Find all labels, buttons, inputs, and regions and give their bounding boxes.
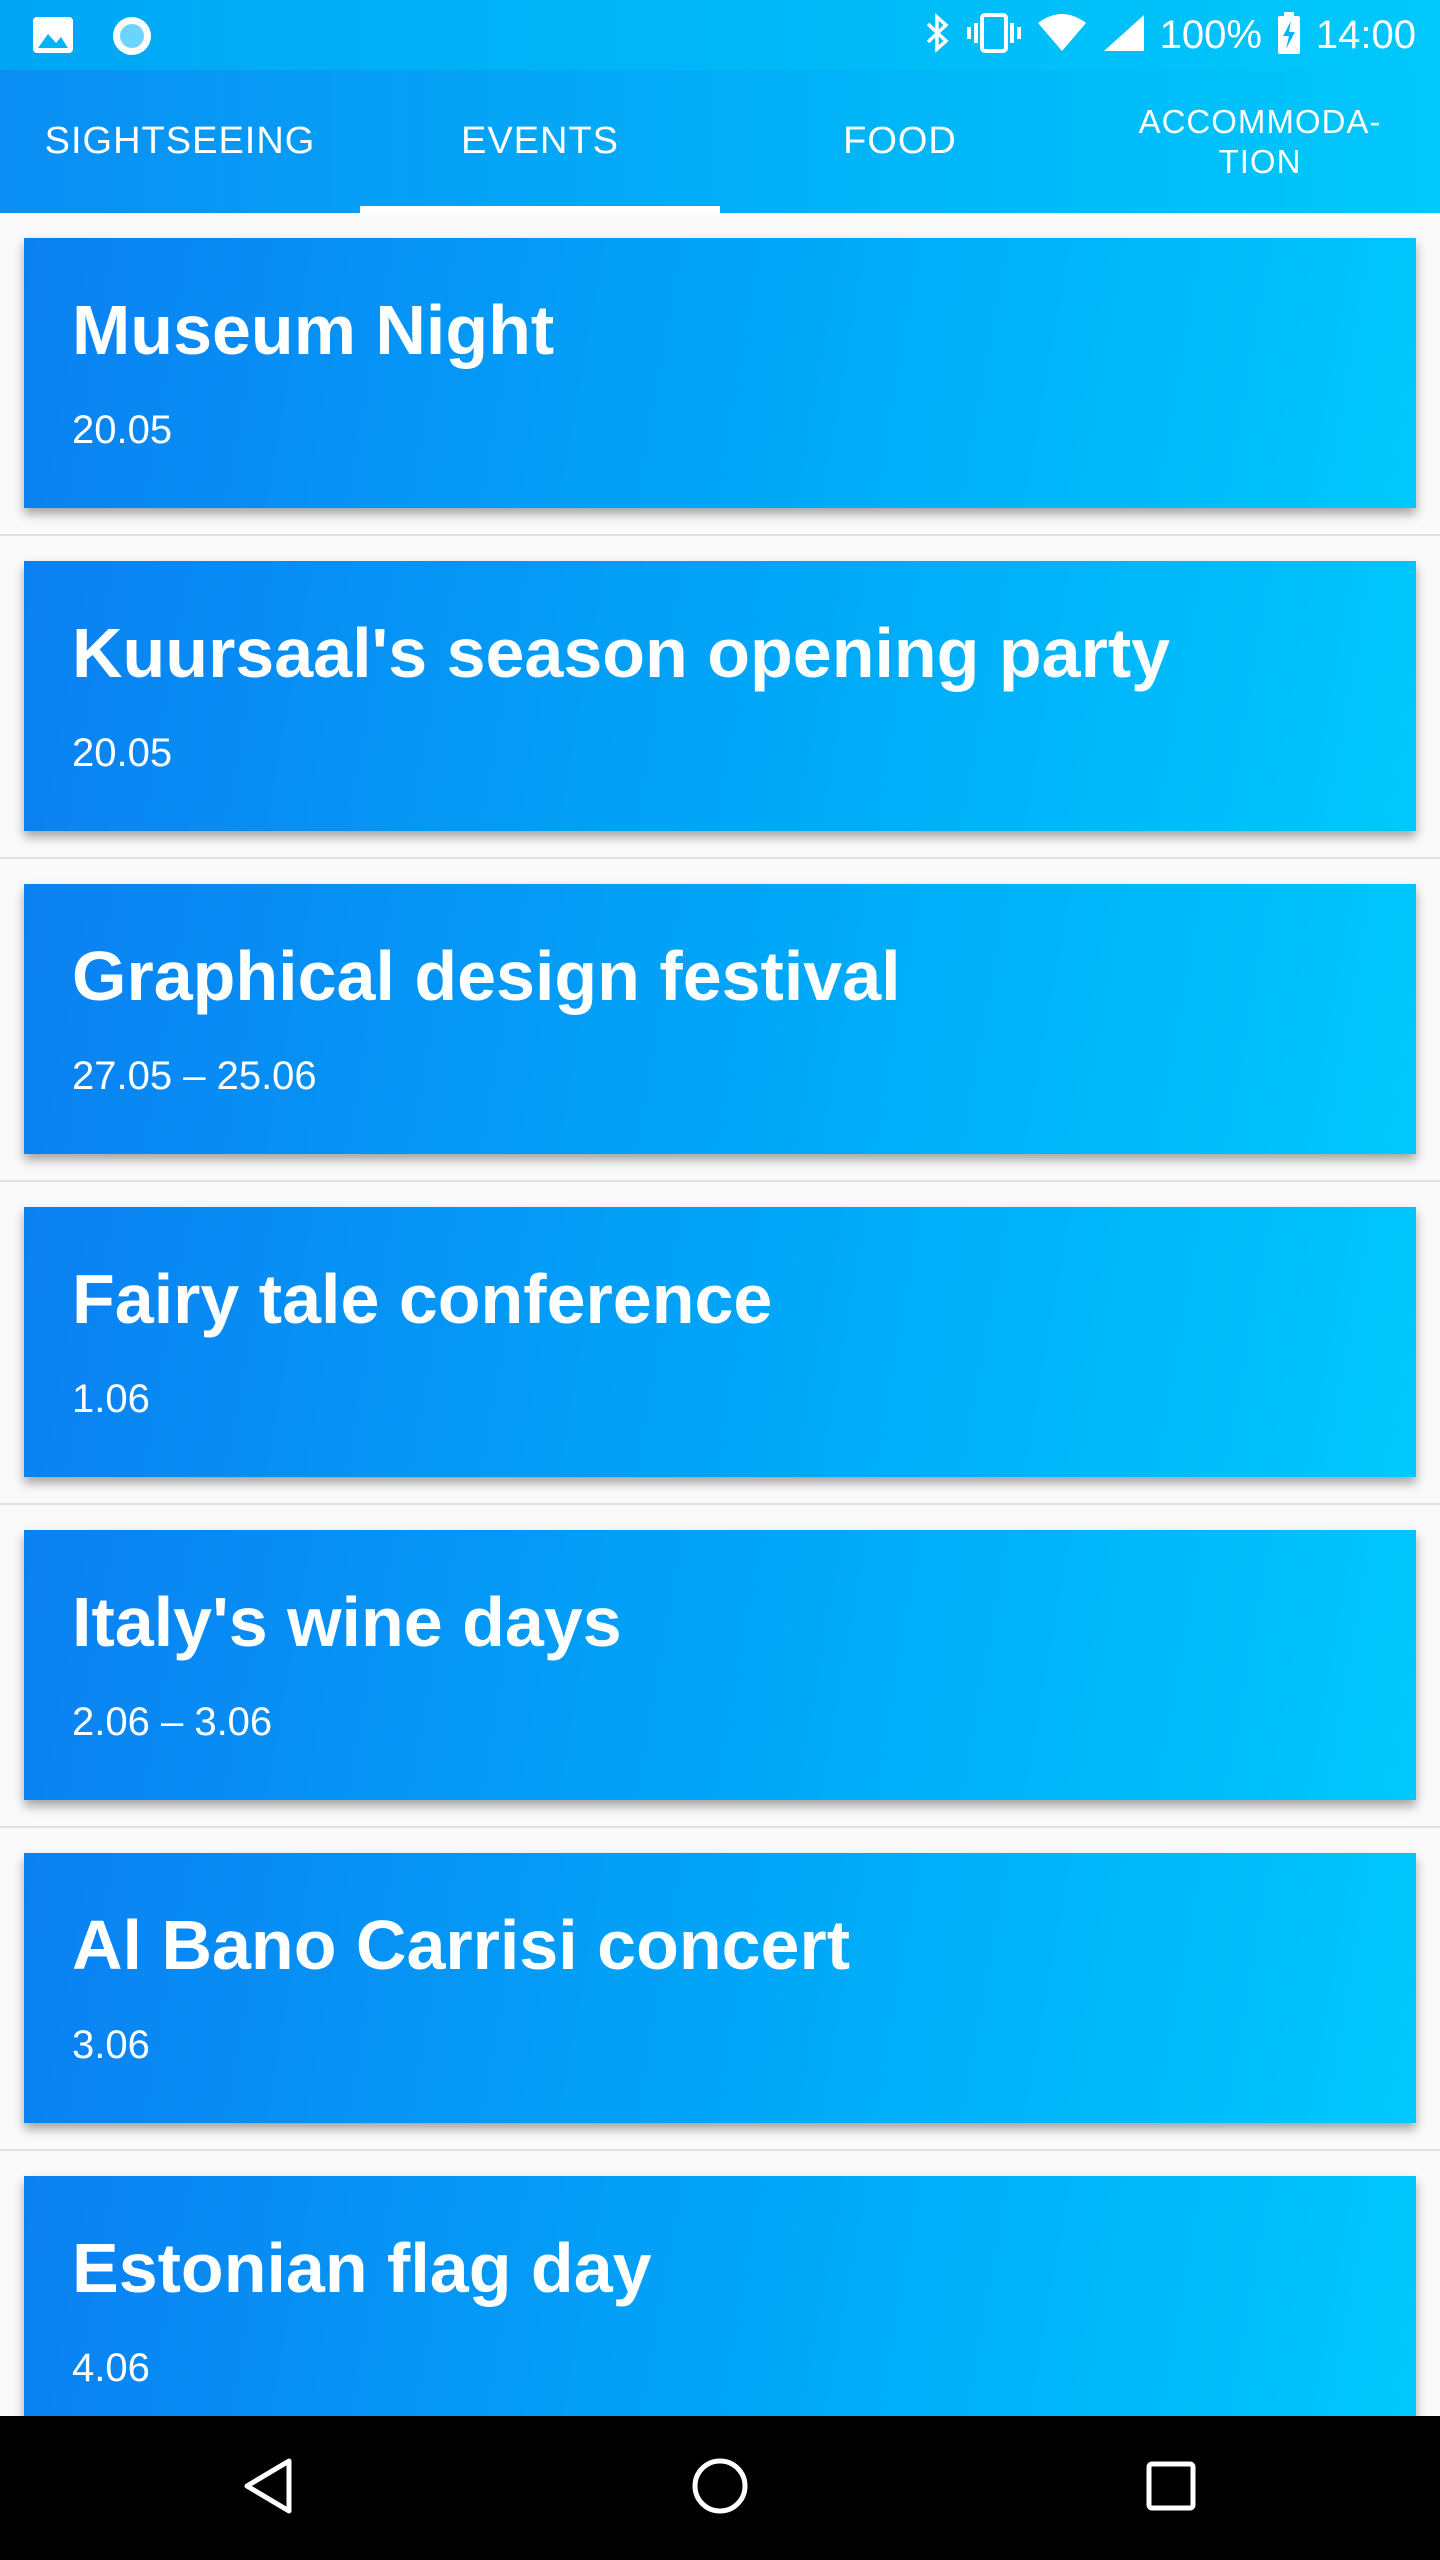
tab-label: SIGHTSEEING	[44, 120, 316, 162]
events-list[interactable]: Museum Night 20.05 Kuursaal's season ope…	[0, 213, 1440, 2416]
list-item: Graphical design festival 27.05 – 25.06	[0, 859, 1440, 1182]
event-title: Fairy tale conference	[72, 1260, 773, 1338]
event-date: 27.05 – 25.06	[72, 1054, 317, 1098]
list-item: Fairy tale conference 1.06	[0, 1182, 1440, 1505]
event-date: 20.05	[72, 731, 173, 775]
battery-charging-icon	[1276, 11, 1302, 60]
event-card[interactable]: Al Bano Carrisi concert 3.06	[24, 1853, 1416, 2123]
event-date: 2.06 – 3.06	[72, 1700, 273, 1744]
vibrate-icon	[966, 12, 1022, 58]
event-card[interactable]: Estonian flag day 4.06	[24, 2176, 1416, 2416]
circle-notification-icon	[110, 14, 154, 63]
list-item: Kuursaal's season opening party 20.05	[0, 536, 1440, 859]
status-bar: 100% 14:00	[0, 0, 1440, 70]
event-card[interactable]: Italy's wine days 2.06 – 3.06	[24, 1530, 1416, 1800]
bluetooth-icon	[924, 12, 952, 58]
recents-button[interactable]	[1091, 2416, 1251, 2560]
list-item: Estonian flag day 4.06	[0, 2151, 1440, 2416]
wifi-icon	[1036, 13, 1088, 58]
back-icon	[241, 2456, 297, 2521]
event-card[interactable]: Kuursaal's season opening party 20.05	[24, 561, 1416, 831]
event-date: 1.06	[72, 1377, 150, 1421]
tab-accommodation[interactable]: ACCOMMODA- TION	[1080, 70, 1440, 213]
home-button[interactable]	[640, 2416, 800, 2560]
list-item: Italy's wine days 2.06 – 3.06	[0, 1505, 1440, 1828]
event-title: Graphical design festival	[72, 937, 901, 1015]
tab-bar: SIGHTSEEING EVENTS FOOD ACCOMMODA- TION	[0, 70, 1440, 213]
event-title: Al Bano Carrisi concert	[72, 1906, 850, 1984]
active-tab-indicator	[360, 206, 720, 213]
event-card[interactable]: Fairy tale conference 1.06	[24, 1207, 1416, 1477]
event-card[interactable]: Museum Night 20.05	[24, 238, 1416, 508]
app-screen: 100% 14:00 SIGHTSEEING EVENTS FOOD ACCOM…	[0, 0, 1440, 2560]
tab-label: EVENTS	[460, 120, 620, 162]
clock: 14:00	[1315, 12, 1416, 57]
tab-label: ACCOMMODA- TION	[1138, 102, 1382, 180]
tab-label: FOOD	[843, 120, 957, 162]
navigation-bar	[0, 2416, 1440, 2560]
recents-icon	[1143, 2458, 1199, 2519]
event-title: Estonian flag day	[72, 2229, 652, 2307]
signal-icon	[1102, 13, 1146, 58]
battery-percent: 100%	[1159, 12, 1262, 57]
tab-sightseeing[interactable]: SIGHTSEEING	[0, 70, 360, 213]
event-card[interactable]: Graphical design festival 27.05 – 25.06	[24, 884, 1416, 1154]
home-icon	[690, 2456, 750, 2521]
event-title: Kuursaal's season opening party	[72, 614, 1171, 692]
event-date: 4.06	[72, 2346, 150, 2390]
event-title: Museum Night	[72, 291, 555, 369]
tab-events[interactable]: EVENTS	[360, 70, 720, 213]
list-item: Museum Night 20.05	[0, 213, 1440, 536]
image-icon	[32, 16, 74, 61]
back-button[interactable]	[189, 2416, 349, 2560]
event-title: Italy's wine days	[72, 1583, 622, 1661]
tab-food[interactable]: FOOD	[720, 70, 1080, 213]
event-date: 3.06	[72, 2023, 150, 2067]
list-item: Al Bano Carrisi concert 3.06	[0, 1828, 1440, 2151]
event-date: 20.05	[72, 408, 173, 452]
